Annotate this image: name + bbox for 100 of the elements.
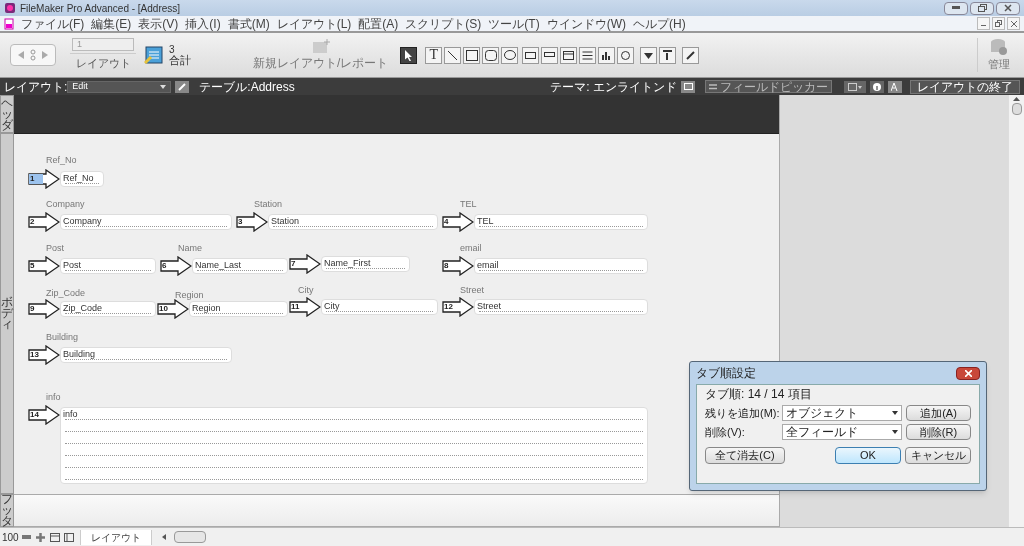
pointer-icon	[404, 49, 414, 61]
pointer-tool[interactable]	[400, 46, 418, 64]
menu-item[interactable]: 編集(E)	[91, 17, 132, 30]
minimize-button[interactable]	[944, 1, 968, 15]
close-button[interactable]	[1007, 17, 1020, 30]
format-icon	[662, 49, 674, 61]
dialog-button[interactable]: 削除(R)	[906, 424, 971, 440]
dropdown-arrow-icon	[160, 84, 167, 89]
field-box[interactable]: Post	[60, 258, 156, 274]
exit-layout-button[interactable]: レイアウトの終了	[910, 79, 1020, 94]
arrow-icon	[442, 212, 474, 232]
field-box[interactable]: Zip_Code	[60, 301, 156, 317]
arrow-icon	[289, 297, 321, 317]
line-tool[interactable]	[444, 46, 462, 64]
close-icon	[1004, 4, 1012, 12]
restore-button[interactable]	[992, 17, 1005, 30]
field-box[interactable]: email	[474, 258, 648, 274]
insert-tool[interactable]	[640, 46, 658, 64]
field-box[interactable]: Region	[189, 301, 288, 317]
field-tool[interactable]	[522, 46, 540, 64]
text-tool[interactable]: T	[425, 46, 443, 64]
menu-item[interactable]: 配置(A)	[358, 17, 399, 30]
document-icon	[4, 17, 14, 30]
part-label[interactable]: ボディ	[0, 133, 14, 494]
close-icon	[964, 369, 972, 377]
scroll-thumb[interactable]	[1011, 103, 1022, 115]
horizontal-scroll-thumb[interactable]	[173, 531, 206, 543]
dialog-button[interactable]: 追加(A)	[906, 405, 971, 421]
record-count-label: 合計	[169, 55, 191, 66]
edit-layout-button[interactable]	[175, 80, 190, 93]
dropdown[interactable]: オブジェクト	[781, 405, 902, 421]
close-button[interactable]	[956, 366, 980, 380]
theme-icon	[683, 83, 693, 90]
control-tool[interactable]	[541, 46, 559, 64]
zoom-in-button[interactable]	[34, 531, 47, 543]
field-box[interactable]: Building	[60, 347, 232, 363]
mode-label[interactable]: レイアウト	[79, 529, 152, 545]
field-name: Name_Last	[195, 261, 242, 270]
rectangle-icon	[465, 49, 478, 61]
field-box[interactable]: Name_First	[321, 256, 410, 272]
menu-item[interactable]: 表示(V)	[138, 17, 179, 30]
tab-number: 6	[161, 261, 168, 271]
field-box[interactable]: Company	[60, 214, 232, 230]
minimize-icon	[952, 6, 960, 10]
field-box[interactable]: Name_Last	[192, 258, 288, 274]
arrow-icon	[289, 254, 321, 274]
dialog-button[interactable]: キャンセル	[905, 447, 971, 464]
format-tool[interactable]	[659, 46, 677, 64]
layout-dropdown[interactable]: Edit	[67, 80, 172, 93]
menu-item[interactable]: 書式(M)	[227, 17, 270, 30]
brush-icon	[685, 49, 697, 61]
rectangle-tool[interactable]	[463, 46, 481, 64]
chart-tool[interactable]	[598, 46, 616, 64]
oval-tool[interactable]	[501, 46, 519, 64]
menu-item[interactable]: 挿入(I)	[185, 17, 221, 30]
menu-item[interactable]: ウインドウ(W)	[546, 17, 626, 30]
field-box[interactable]: Street	[474, 299, 648, 315]
tab-number: 12	[443, 302, 454, 312]
brush-tool[interactable]	[682, 46, 700, 64]
arrow-icon	[28, 405, 60, 425]
status-toolbar-button[interactable]	[48, 531, 61, 543]
tab-number: 7	[290, 259, 297, 269]
web-viewer-tool[interactable]	[617, 46, 635, 64]
dialog-button[interactable]: 全て消去(C)	[705, 447, 785, 464]
menu-item[interactable]: レイアウト(L)	[276, 17, 352, 30]
field-label: Region	[175, 291, 204, 300]
dialog-button[interactable]: OK	[835, 447, 901, 464]
menu-item[interactable]: ヘルプ(H)	[633, 17, 686, 30]
field-box[interactable]: City	[321, 299, 438, 315]
minimize-button[interactable]	[977, 17, 990, 30]
panel-tool[interactable]	[560, 46, 578, 64]
field-label: Building	[46, 333, 79, 342]
arrow-icon	[157, 299, 189, 319]
menu-item[interactable]: スクリプト(S)	[405, 17, 482, 30]
manage-button[interactable]: 管理	[977, 37, 1010, 73]
menu-item[interactable]: ツール(T)	[488, 17, 540, 30]
close-button[interactable]	[996, 1, 1020, 15]
field-name: City	[324, 302, 340, 311]
field-label: Station	[254, 200, 283, 209]
restore-button[interactable]	[970, 1, 994, 15]
font-button[interactable]	[888, 80, 902, 93]
field-box[interactable]: Station	[268, 214, 438, 230]
status-area-button[interactable]	[62, 531, 75, 543]
part-label[interactable]: ヘッダ	[0, 95, 14, 133]
theme-button[interactable]	[681, 80, 695, 93]
field-box[interactable]: TEL	[474, 214, 648, 230]
dropdown-arrow-icon	[892, 411, 898, 415]
part-label[interactable]: フッタ	[0, 494, 14, 527]
field-box[interactable]: Ref_No	[60, 171, 104, 187]
field-box[interactable]: info	[60, 407, 648, 484]
info-button[interactable]	[870, 80, 884, 93]
menu-item[interactable]: ファイル(F)	[21, 17, 85, 30]
rounded-rectangle-tool[interactable]	[482, 46, 500, 64]
vertical-scrollbar[interactable]	[1008, 95, 1024, 527]
view-menu-button[interactable]	[844, 80, 866, 93]
dropdown[interactable]: 全フィールド	[781, 424, 902, 440]
field-label: email	[460, 244, 482, 253]
portal-tool[interactable]	[579, 46, 597, 64]
field-name: Company	[63, 217, 102, 226]
field-name: Name_First	[324, 259, 371, 268]
